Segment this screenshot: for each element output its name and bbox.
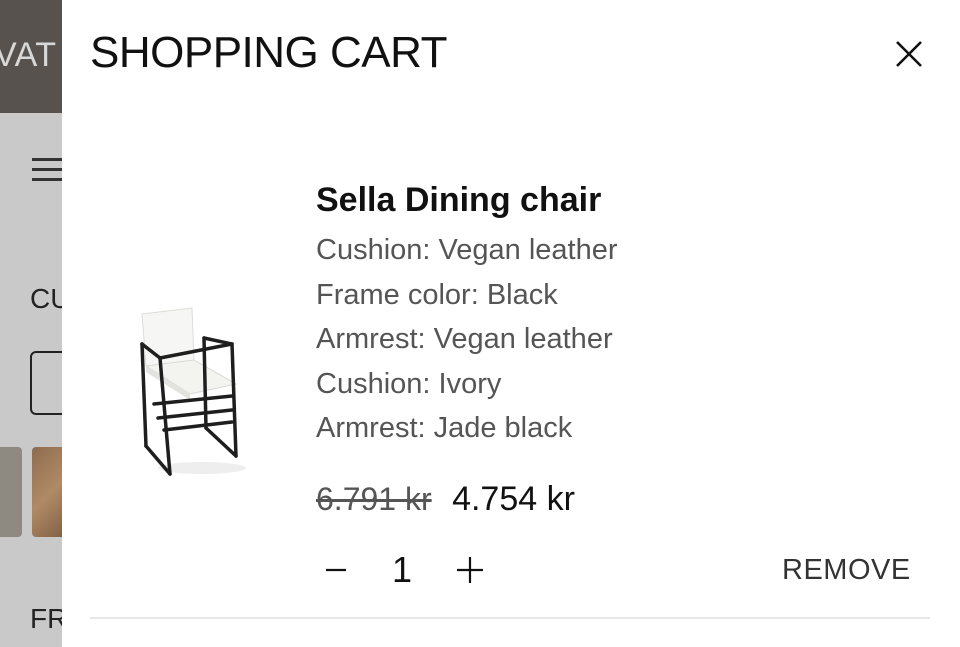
quantity-value: 1 <box>391 549 413 590</box>
hamburger-menu-icon[interactable] <box>32 158 62 182</box>
product-option: Frame color: Black <box>316 278 558 311</box>
background-swatch[interactable] <box>0 447 22 537</box>
quantity-stepper: 1 <box>316 545 496 595</box>
product-option: Cushion: Vegan leather <box>316 234 618 266</box>
minus-icon <box>326 568 346 572</box>
original-price: 6.791 kr <box>316 481 432 517</box>
item-divider <box>90 617 930 619</box>
close-button[interactable] <box>885 30 933 78</box>
close-icon <box>896 41 922 67</box>
product-option: Cushion: Ivory <box>316 367 502 400</box>
sale-price: 4.754 kr <box>452 480 575 518</box>
product-option: Armrest: Vegan leather <box>316 323 613 355</box>
background-section-heading: FR <box>30 603 62 634</box>
background-section-heading: CU <box>30 283 62 314</box>
product-name[interactable]: Sella Dining chair <box>316 180 618 220</box>
plus-icon <box>457 557 483 583</box>
item-info: Sella Dining chair Cushion: Vegan leathe… <box>316 180 618 451</box>
product-options-list: Cushion: Vegan leather Frame color: Blac… <box>316 228 618 451</box>
background-swatch[interactable] <box>32 447 62 537</box>
background-header: VAT & <box>0 0 62 113</box>
shopping-cart-drawer: SHOPPING CART Sella Dining chair Cushion… <box>62 0 960 647</box>
drawer-title: SHOPPING CART <box>90 28 447 77</box>
background-page: CU FR <box>0 113 62 647</box>
background-header-text: VAT & <box>0 36 62 74</box>
increase-quantity-button[interactable] <box>450 545 490 595</box>
product-option: Armrest: Jade black <box>316 412 573 444</box>
decrease-quantity-button[interactable] <box>316 545 356 595</box>
price-block: 6.791 kr 4.754 kr <box>316 480 575 519</box>
chair-image[interactable] <box>132 300 262 485</box>
remove-item-button[interactable]: REMOVE <box>782 554 911 587</box>
background-option-box[interactable] <box>30 351 62 415</box>
